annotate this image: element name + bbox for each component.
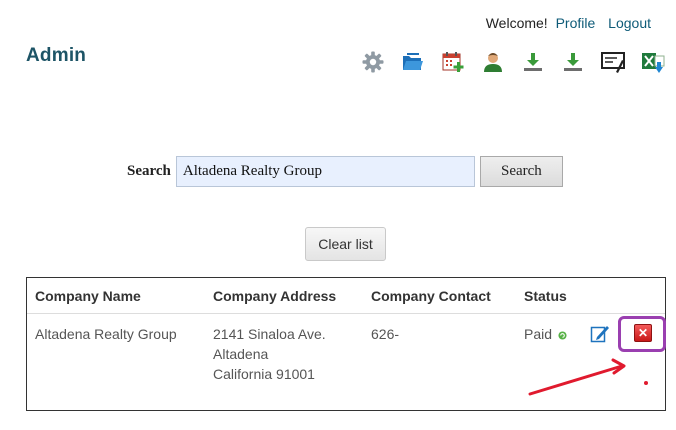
column-header-company-name: Company Name xyxy=(35,288,141,304)
company-name-cell: Altadena Realty Group xyxy=(35,326,177,342)
annotation-dot xyxy=(644,381,648,385)
search-bar: Search Search xyxy=(127,156,563,187)
top-nav: Welcome! Profile Logout xyxy=(486,15,651,31)
open-folder-icon[interactable] xyxy=(401,50,425,74)
status-cell: Paid xyxy=(524,324,567,344)
clear-list-button[interactable]: Clear list xyxy=(305,227,386,261)
results-table: Company Name Company Address Company Con… xyxy=(26,277,666,411)
logout-link[interactable]: Logout xyxy=(608,15,651,31)
edit-icon[interactable] xyxy=(590,323,610,343)
profile-link[interactable]: Profile xyxy=(556,15,596,31)
address-line: California 91001 xyxy=(213,366,315,382)
download-icon[interactable] xyxy=(561,50,585,74)
address-line: Altadena xyxy=(213,346,269,362)
search-label: Search xyxy=(127,163,171,179)
search-button[interactable]: Search xyxy=(479,156,563,187)
search-input[interactable] xyxy=(175,156,475,187)
company-contact-cell: 626- xyxy=(371,326,400,342)
signature-icon[interactable] xyxy=(601,50,625,74)
company-address-cell: 2141 Sinaloa Ave. Altadena California 91… xyxy=(213,324,326,384)
settings-gear-icon[interactable] xyxy=(361,50,385,74)
delete-icon[interactable]: ✕ xyxy=(634,324,652,342)
toolbar xyxy=(361,50,665,74)
welcome-text: Welcome! xyxy=(485,15,548,31)
excel-export-icon[interactable] xyxy=(641,50,665,74)
column-header-company-address: Company Address xyxy=(213,288,337,304)
status-text: Paid xyxy=(524,326,553,342)
download-icon[interactable] xyxy=(521,50,545,74)
add-calendar-icon[interactable] xyxy=(441,50,465,74)
brand-title: Admin xyxy=(26,45,87,66)
refresh-icon xyxy=(558,331,567,340)
address-line: 2141 Sinaloa Ave. xyxy=(213,326,326,342)
column-header-company-contact: Company Contact xyxy=(371,288,491,304)
column-header-status: Status xyxy=(524,288,567,304)
user-icon[interactable] xyxy=(481,50,505,74)
table-header: Company Name Company Address Company Con… xyxy=(27,278,665,314)
